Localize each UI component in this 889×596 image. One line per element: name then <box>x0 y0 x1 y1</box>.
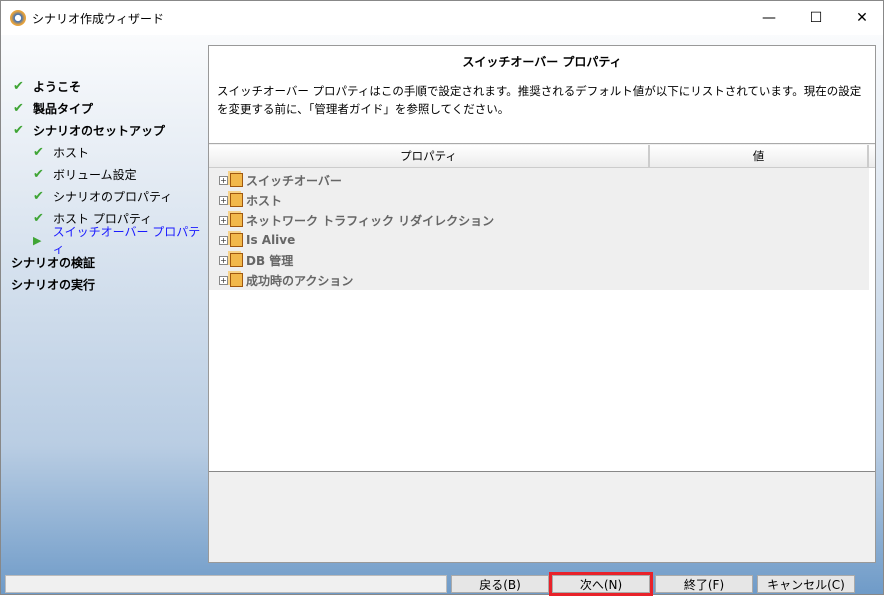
app-icon <box>10 10 26 26</box>
property-grid: プロパティ 値 + スイッチオーバー + ホスト + ネットワーク トラフィック リダ… <box>209 145 875 472</box>
check-icon: ✔ <box>13 100 24 116</box>
column-header-property[interactable]: プロパティ <box>209 145 650 167</box>
steps-panel: ✔ ようこそ ✔ 製品タイプ ✔ シナリオのセットアップ ✔ ホスト ✔ ボリューム設定 … <box>1 35 208 565</box>
page-header: スイッチオーバー プロパティ スイッチオーバー プロパティはこの手順で設定されま… <box>209 46 875 144</box>
step-label: スイッチオーバー プロパティ <box>52 225 201 256</box>
row-label: Is Alive <box>246 233 296 247</box>
step-product-type: ✔ 製品タイプ <box>13 97 208 119</box>
cancel-button[interactable]: キャンセル(C) <box>757 575 855 593</box>
row-label: 成功時のアクション <box>246 273 354 288</box>
row-label: ホスト <box>246 193 283 208</box>
property-row-host[interactable]: + ホスト <box>209 190 869 210</box>
step-label: シナリオの検証 <box>11 255 96 270</box>
step-scenario-setup: ✔ シナリオのセットアップ <box>13 119 208 141</box>
minimize-button[interactable]: — <box>746 1 792 35</box>
maximize-button[interactable]: ☐ <box>793 1 839 35</box>
window-title: シナリオ作成ウィザード <box>32 11 165 26</box>
property-row-is-alive[interactable]: + Is Alive <box>209 230 869 250</box>
expand-icon[interactable]: + <box>219 255 228 265</box>
expand-icon[interactable]: + <box>219 275 228 285</box>
property-group-icon <box>230 233 243 247</box>
check-icon: ✔ <box>33 144 44 160</box>
check-icon: ✔ <box>33 188 44 204</box>
property-row-db-management[interactable]: + DB 管理 <box>209 250 869 270</box>
property-row-network-redirection[interactable]: + ネットワーク トラフィック リダイレクション <box>209 210 869 230</box>
finish-button[interactable]: 終了(F) <box>655 575 753 593</box>
content-panel: スイッチオーバー プロパティ スイッチオーバー プロパティはこの手順で設定されま… <box>208 45 876 563</box>
column-header-value[interactable]: 値 <box>650 145 869 167</box>
back-button[interactable]: 戻る(B) <box>451 575 549 593</box>
title-bar: シナリオ作成ウィザード — ☐ ✕ <box>1 1 883 35</box>
property-group-icon <box>230 253 243 267</box>
row-label: DB 管理 <box>246 253 294 268</box>
expand-icon[interactable]: + <box>219 195 228 205</box>
step-label: シナリオの実行 <box>11 277 96 292</box>
row-label: スイッチオーバー <box>246 173 342 188</box>
wizard-window: シナリオ作成ウィザード — ☐ ✕ ✔ ようこそ ✔ 製品タイプ ✔ シナリオのセット… <box>0 0 885 596</box>
property-group-icon <box>230 193 243 207</box>
step-label: ボリューム設定 <box>53 167 137 182</box>
expand-icon[interactable]: + <box>219 235 228 245</box>
step-scenario-properties: ✔ シナリオのプロパティ <box>13 185 208 207</box>
step-scenario-run: シナリオの実行 <box>11 273 208 295</box>
step-volume-settings: ✔ ボリューム設定 <box>13 163 208 185</box>
property-group-icon <box>230 273 243 287</box>
page-description: スイッチオーバー プロパティはこの手順で設定されます。推奨されるデフォルト値が以… <box>217 84 862 116</box>
status-bar <box>5 575 447 593</box>
page-title: スイッチオーバー プロパティ <box>462 55 622 69</box>
step-label: シナリオのセットアップ <box>33 123 166 138</box>
button-bar: 戻る(B) 次へ(N) 終了(F) キャンセル(C) <box>1 571 885 596</box>
property-row-switchover[interactable]: + スイッチオーバー <box>209 170 869 190</box>
expand-icon[interactable]: + <box>219 215 228 225</box>
next-button[interactable]: 次へ(N) <box>549 572 653 596</box>
check-icon: ✔ <box>13 122 24 138</box>
step-label: ホスト <box>53 145 90 160</box>
row-label: ネットワーク トラフィック リダイレクション <box>246 213 495 228</box>
step-label: 製品タイプ <box>33 101 94 116</box>
property-group-icon <box>230 213 243 227</box>
check-icon: ✔ <box>13 78 24 94</box>
step-host: ✔ ホスト <box>13 141 208 163</box>
step-label: シナリオのプロパティ <box>53 189 173 204</box>
current-step-arrow-icon: ▶ <box>33 233 42 247</box>
check-icon: ✔ <box>33 210 44 226</box>
property-row-success-actions[interactable]: + 成功時のアクション <box>209 270 869 290</box>
step-switchover-properties: ▶ スイッチオーバー プロパティ <box>13 225 208 256</box>
step-label: ようこそ <box>33 79 82 94</box>
close-button[interactable]: ✕ <box>839 1 885 35</box>
property-group-icon <box>230 173 243 187</box>
check-icon: ✔ <box>33 166 44 182</box>
step-welcome: ✔ ようこそ <box>13 75 208 97</box>
expand-icon[interactable]: + <box>219 175 228 185</box>
